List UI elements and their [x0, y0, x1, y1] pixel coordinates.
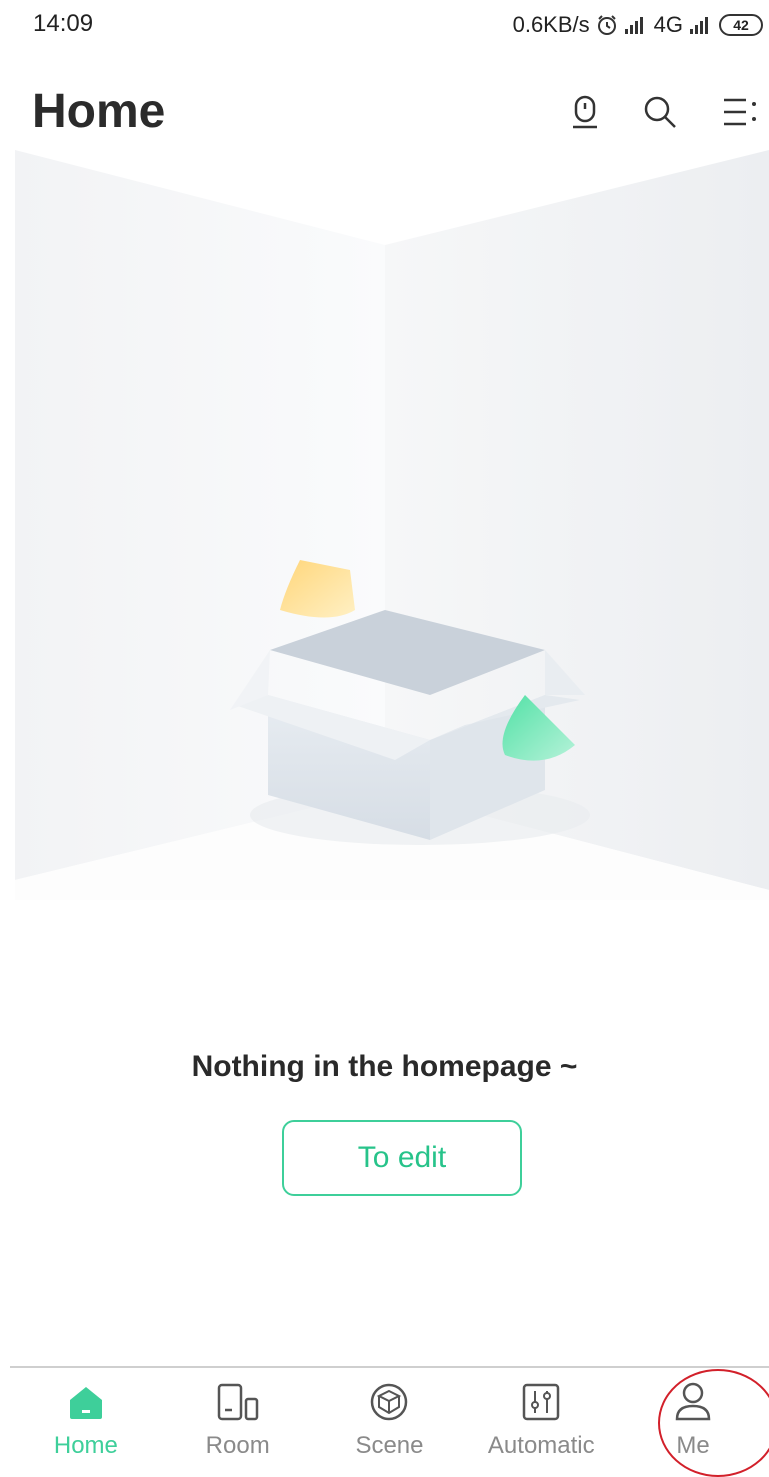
menu-icon[interactable] [720, 92, 760, 132]
app-header: Home [0, 70, 769, 150]
search-icon[interactable] [640, 92, 680, 132]
status-bar: 14:09 0.6KB/s 4G 42 [0, 0, 769, 50]
network-type: 4G [653, 12, 683, 37]
to-edit-button[interactable]: To edit [282, 1120, 522, 1196]
nav-item-automatic[interactable]: Automatic [465, 1368, 617, 1467]
empty-box-illustration [0, 150, 769, 900]
status-time: 14:09 [33, 10, 94, 37]
empty-state-message: Nothing in the homepage ~ [191, 1050, 578, 1083]
me-icon [671, 1380, 715, 1424]
bottom-nav: Home Room Scene Automatic Me [10, 1366, 769, 1467]
signal-icon-secondary [689, 15, 713, 35]
nav-item-room[interactable]: Room [162, 1368, 314, 1467]
status-indicators: 0.6KB/s 4G 42 [513, 10, 763, 40]
nav-item-home[interactable]: Home [10, 1368, 162, 1467]
nav-label-home: Home [53, 1432, 118, 1459]
nav-item-me[interactable]: Me [617, 1368, 769, 1467]
room-icon [216, 1380, 260, 1424]
scene-icon [367, 1380, 411, 1424]
nav-label-me: Me [676, 1432, 710, 1459]
signal-icon [624, 15, 648, 35]
alarm-icon [596, 14, 618, 36]
battery-icon: 42 [719, 14, 763, 36]
nav-label-room: Room [205, 1432, 270, 1459]
page-title: Home [32, 85, 166, 138]
device-icon[interactable] [565, 92, 605, 132]
nav-label-scene: Scene [355, 1432, 424, 1459]
network-speed: 0.6KB/s [512, 12, 590, 37]
nav-item-scene[interactable]: Scene [314, 1368, 466, 1467]
automatic-icon [519, 1380, 563, 1424]
nav-label-automatic: Automatic [487, 1432, 595, 1459]
home-icon [64, 1380, 108, 1424]
